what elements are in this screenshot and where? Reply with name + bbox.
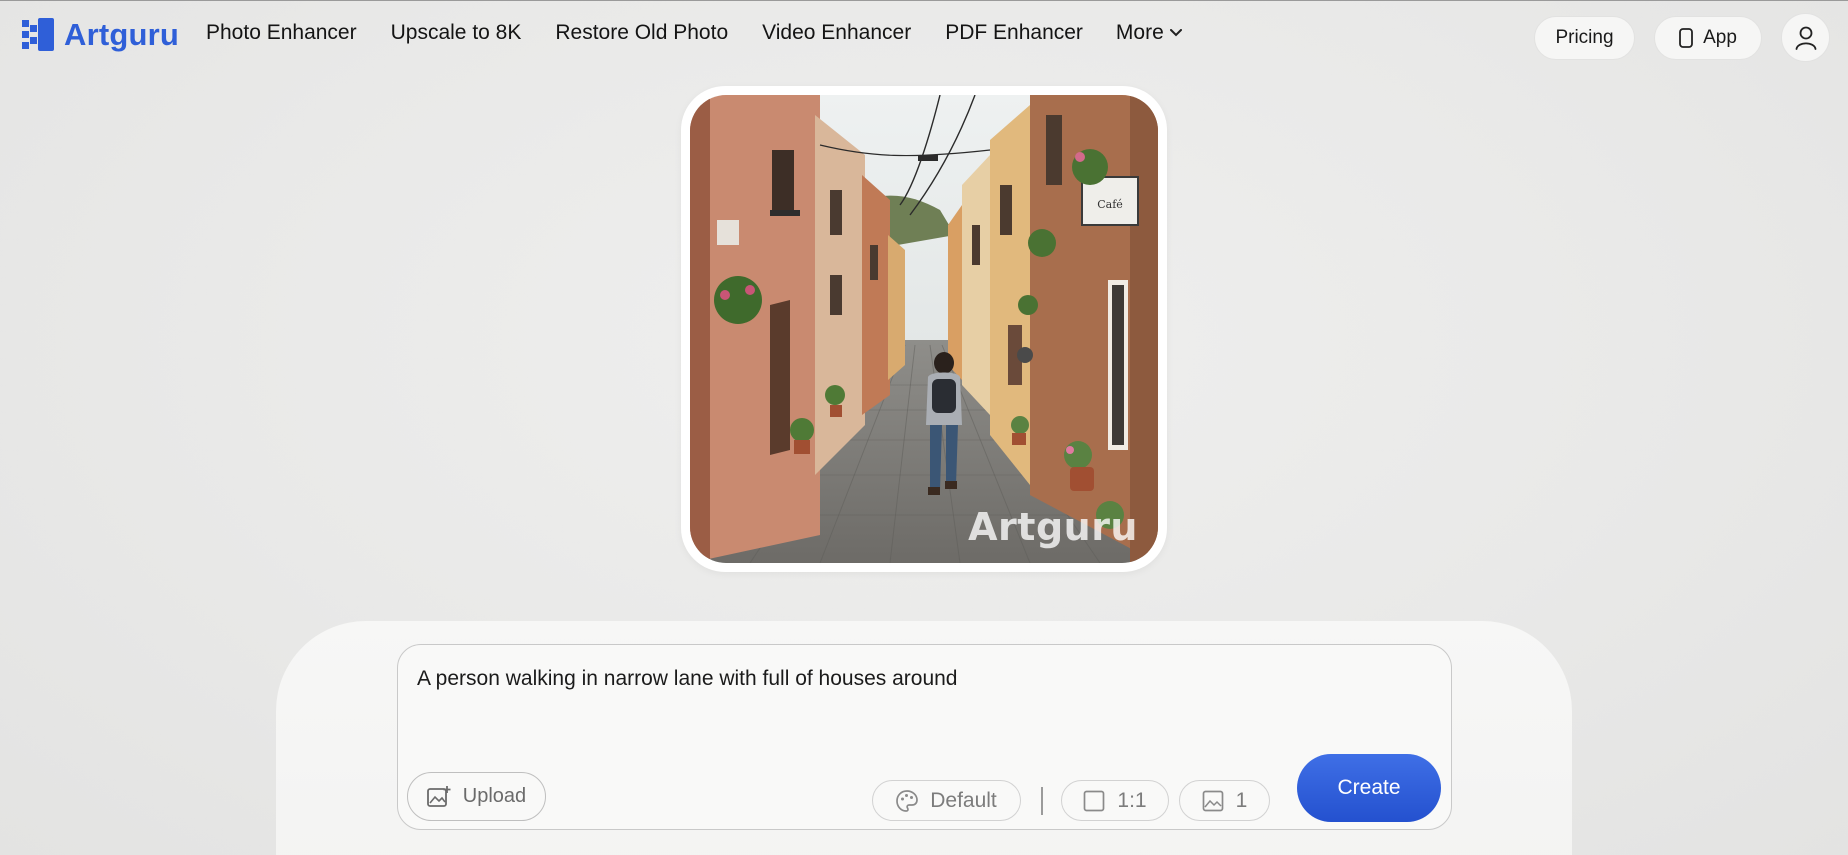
brand-name: Artguru [64, 17, 180, 52]
top-navigation-bar: Artguru Photo Enhancer Upscale to 8K Res… [0, 0, 1848, 70]
street-scene-illustration: Café [690, 95, 1158, 563]
style-selector[interactable]: Default [872, 780, 1021, 821]
artguru-logo-icon [22, 18, 54, 51]
generated-image[interactable]: Café Artguru [690, 95, 1158, 563]
app-button-label: App [1703, 26, 1737, 48]
nav-item-pdf-enhancer[interactable]: PDF Enhancer [945, 21, 1083, 45]
image-count-icon [1202, 790, 1224, 811]
upload-button[interactable]: Upload [407, 772, 546, 821]
square-ratio-icon [1084, 790, 1105, 811]
phone-icon [1679, 27, 1693, 48]
style-selector-label: Default [930, 788, 997, 812]
nav-item-more[interactable]: More [1116, 21, 1182, 45]
user-icon [1795, 26, 1816, 50]
cafe-sign-text: Café [1097, 198, 1123, 211]
aspect-ratio-label: 1:1 [1117, 788, 1147, 812]
user-account-button[interactable] [1781, 13, 1830, 62]
image-upload-icon [426, 785, 451, 807]
header-actions: Pricing App [1534, 13, 1830, 62]
pricing-button[interactable]: Pricing [1534, 15, 1635, 60]
palette-icon [896, 789, 919, 812]
upload-button-label: Upload [462, 785, 527, 807]
nav-item-photo-enhancer[interactable]: Photo Enhancer [206, 21, 357, 45]
brand-logo[interactable]: Artguru [22, 15, 179, 55]
nav-item-upscale-8k[interactable]: Upscale to 8K [391, 21, 522, 45]
image-count-selector[interactable]: 1 [1179, 780, 1270, 821]
create-button[interactable]: Create [1297, 754, 1441, 822]
chevron-down-icon [1169, 29, 1182, 37]
image-count-label: 1 [1235, 788, 1248, 812]
options-divider [1041, 787, 1043, 815]
prompt-box: A person walking in narrow lane with ful… [397, 644, 1452, 830]
artguru-watermark: Artguru [968, 505, 1138, 549]
nav-item-restore-old-photo[interactable]: Restore Old Photo [555, 21, 728, 45]
nav-more-label: More [1115, 21, 1164, 44]
generated-image-card: Café Artguru [681, 86, 1167, 572]
main-nav: Photo Enhancer Upscale to 8K Restore Old… [206, 21, 1182, 45]
aspect-ratio-selector[interactable]: 1:1 [1061, 780, 1169, 821]
prompt-input[interactable]: A person walking in narrow lane with ful… [417, 667, 957, 691]
nav-item-video-enhancer[interactable]: Video Enhancer [762, 21, 911, 45]
app-button[interactable]: App [1654, 15, 1762, 60]
